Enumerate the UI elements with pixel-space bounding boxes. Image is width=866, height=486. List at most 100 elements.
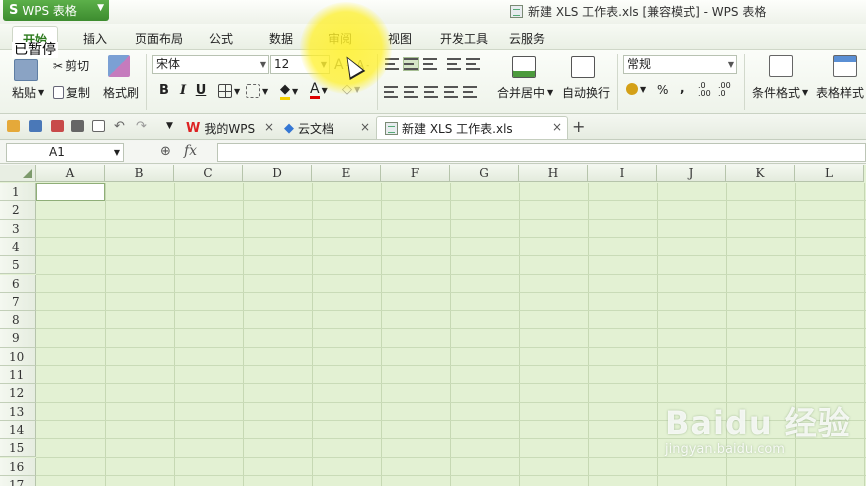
row-header[interactable]: 17 xyxy=(0,475,36,486)
column-header[interactable]: B xyxy=(105,165,174,182)
row-header[interactable]: 12 xyxy=(0,384,36,403)
active-cell-a1[interactable] xyxy=(36,183,105,201)
tab-view[interactable]: 视图 xyxy=(388,30,412,47)
align-top-icon[interactable] xyxy=(385,58,399,70)
customize-toolbar-icon[interactable]: ▼ xyxy=(166,121,173,131)
column-header[interactable]: H xyxy=(519,165,588,182)
tab-formulas[interactable]: 公式 xyxy=(209,30,233,47)
paste-button[interactable]: 粘贴 ▼ xyxy=(12,84,44,101)
font-name-select[interactable]: 宋体 ▼ xyxy=(152,55,269,74)
row-header[interactable]: 15 xyxy=(0,439,36,458)
italic-button[interactable]: I xyxy=(175,83,191,99)
wps-app-menu-button[interactable]: S WPS 表格 ▼ xyxy=(3,0,109,21)
tab-page-layout[interactable]: 页面布局 xyxy=(135,30,183,47)
distributed-align-icon[interactable] xyxy=(463,86,477,98)
row-header[interactable]: 3 xyxy=(0,219,36,238)
row-header[interactable]: 10 xyxy=(0,347,36,366)
column-header[interactable]: G xyxy=(450,165,519,182)
decrease-indent-icon[interactable] xyxy=(447,58,461,70)
increase-indent-icon[interactable] xyxy=(466,58,480,70)
column-header[interactable]: I xyxy=(588,165,657,182)
bold-button[interactable]: B xyxy=(156,83,172,99)
currency-format-button[interactable]: ▼ xyxy=(626,83,646,95)
doc-tab-cloud-docs[interactable]: ◆ 云文档 xyxy=(284,117,334,139)
row-header[interactable]: 9 xyxy=(0,329,36,348)
align-center-icon[interactable] xyxy=(404,86,418,98)
print-preview-icon[interactable] xyxy=(92,120,105,132)
print-icon[interactable] xyxy=(71,120,84,132)
justify-icon[interactable] xyxy=(444,86,458,98)
clear-format-button[interactable]: ◇ ▼ xyxy=(342,82,360,97)
zoom-lookup-icon[interactable]: ⊕ xyxy=(160,144,171,159)
conditional-format-icon[interactable] xyxy=(769,55,793,77)
format-painter-button[interactable]: 格式刷 xyxy=(103,84,139,101)
row-header[interactable]: 1 xyxy=(0,183,36,202)
cell-name-box[interactable]: A1 ▼ xyxy=(6,143,124,162)
row-header[interactable]: 5 xyxy=(0,256,36,275)
row-header[interactable]: 8 xyxy=(0,311,36,330)
align-left-icon[interactable] xyxy=(384,86,398,98)
export-pdf-icon[interactable] xyxy=(51,120,64,132)
row-header[interactable]: 16 xyxy=(0,457,36,476)
percent-button[interactable]: % xyxy=(657,83,668,97)
tab-data[interactable]: 数据 xyxy=(269,30,293,47)
column-header[interactable]: F xyxy=(381,165,450,182)
doc-tab-my-wps[interactable]: W 我的WPS xyxy=(186,117,255,139)
row-header[interactable]: 11 xyxy=(0,366,36,385)
paste-icon[interactable] xyxy=(14,59,38,81)
number-format-select[interactable]: 常规 ▼ xyxy=(623,55,737,74)
table-style-icon[interactable] xyxy=(833,55,857,77)
column-header[interactable]: E xyxy=(312,165,381,182)
column-header[interactable]: J xyxy=(657,165,726,182)
row-header[interactable]: 14 xyxy=(0,420,36,440)
tab-developer[interactable]: 开发工具 xyxy=(440,30,488,47)
format-painter-icon[interactable] xyxy=(108,55,130,77)
borders-button[interactable]: ▼ xyxy=(218,84,240,98)
row-header[interactable]: 2 xyxy=(0,201,36,220)
merge-center-button[interactable]: 合并居中 ▼ xyxy=(497,84,553,101)
fill-color-button[interactable]: ◆ ▼ xyxy=(280,82,298,100)
font-color-button[interactable]: A ▼ xyxy=(310,82,328,99)
column-gridline xyxy=(519,183,520,486)
new-tab-plus-icon[interactable]: + xyxy=(572,117,585,136)
save-icon[interactable] xyxy=(29,120,42,132)
tab-cloud-service[interactable]: 云服务 xyxy=(509,30,545,47)
close-tab-icon[interactable]: × xyxy=(552,120,562,134)
tab-review[interactable]: 审阅 xyxy=(328,30,352,47)
doc-tab-new-xls[interactable]: 新建 XLS 工作表.xls xyxy=(376,116,568,139)
conditional-format-button[interactable]: 条件格式 ▼ xyxy=(752,84,808,101)
redo-icon[interactable]: ↷ xyxy=(136,119,147,134)
wrap-text-button[interactable]: 自动换行 xyxy=(562,84,610,101)
font-size-select[interactable]: 12 ▼ xyxy=(270,55,330,74)
increase-decimal-button[interactable]: .0 .00 xyxy=(698,82,712,98)
row-header[interactable]: 7 xyxy=(0,292,36,312)
open-folder-icon[interactable] xyxy=(7,120,20,132)
align-middle-icon[interactable] xyxy=(403,57,419,71)
insert-function-button[interactable]: fx xyxy=(184,143,197,159)
column-header[interactable]: C xyxy=(174,165,243,182)
row-header[interactable]: 13 xyxy=(0,402,36,421)
underline-button[interactable]: U xyxy=(193,83,209,99)
cut-button[interactable]: ✂ 剪切 xyxy=(53,57,89,74)
select-all-corner[interactable] xyxy=(0,165,36,182)
formula-input[interactable] xyxy=(217,143,866,162)
align-bottom-icon[interactable] xyxy=(423,58,437,70)
column-header[interactable]: K xyxy=(726,165,795,182)
copy-button[interactable]: 复制 xyxy=(53,84,90,101)
merge-cells-style-button[interactable]: ▼ xyxy=(246,84,268,98)
table-style-button[interactable]: 表格样式 xyxy=(816,84,864,101)
row-header[interactable]: 4 xyxy=(0,237,36,257)
wrap-text-icon[interactable] xyxy=(571,56,595,78)
decrease-decimal-button[interactable]: .00 .0 xyxy=(718,82,732,98)
comma-style-button[interactable]: , xyxy=(680,81,685,95)
column-header[interactable]: A xyxy=(36,165,105,182)
row-header[interactable]: 6 xyxy=(0,274,36,293)
align-right-icon[interactable] xyxy=(424,86,438,98)
tab-insert[interactable]: 插入 xyxy=(83,30,107,47)
merge-center-icon[interactable] xyxy=(512,56,536,78)
close-tab-icon[interactable]: × xyxy=(360,120,370,134)
close-tab-icon[interactable]: × xyxy=(264,120,274,134)
column-header[interactable]: D xyxy=(243,165,312,182)
column-header[interactable]: L xyxy=(795,165,864,182)
undo-icon[interactable]: ↶ xyxy=(114,119,125,134)
